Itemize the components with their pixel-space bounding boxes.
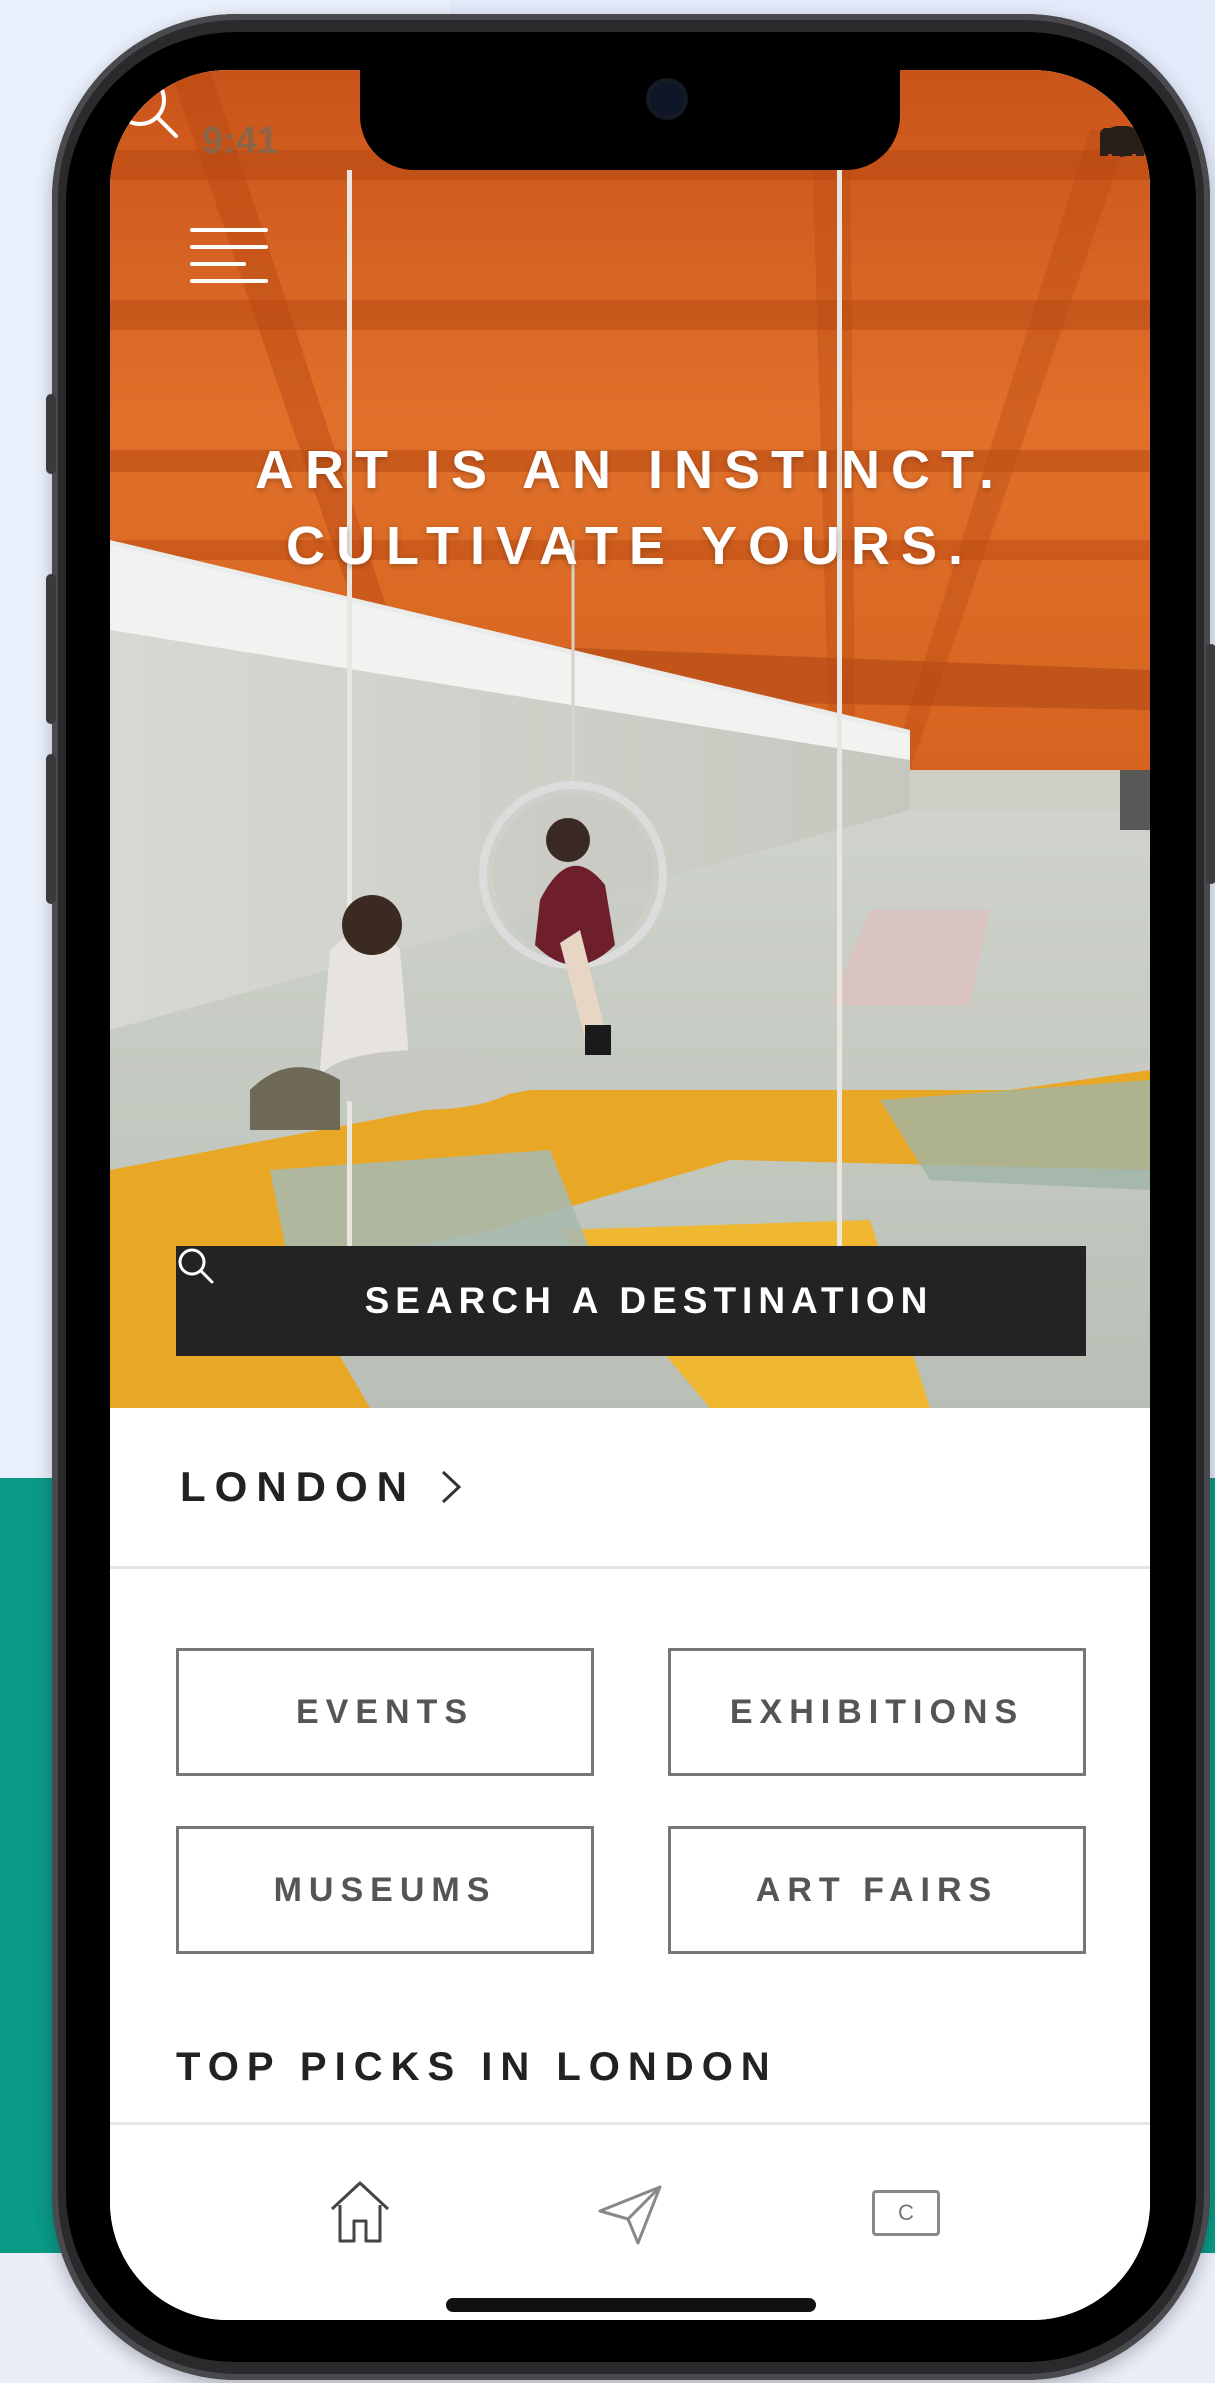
exhibitions-button[interactable]: EXHIBITIONS xyxy=(668,1648,1086,1776)
status-time: 9:41 xyxy=(202,120,279,162)
art-fairs-button[interactable]: ART FAIRS xyxy=(668,1826,1086,1954)
chevron-right-icon xyxy=(438,1467,464,1507)
app-screen: 9:41 ART IS AN INSTINCT. CULTIVATE YOURS… xyxy=(110,70,1150,2320)
home-indicator xyxy=(446,2298,816,2312)
card-icon-label: C xyxy=(872,2190,940,2236)
search-destination-button[interactable]: SEARCH A DESTINATION xyxy=(176,1246,1086,1356)
volume-down-button xyxy=(46,754,56,904)
home-icon[interactable] xyxy=(322,2175,398,2251)
headline-line-2: CULTIVATE YOURS. xyxy=(285,516,975,576)
museums-button[interactable]: MUSEUMS xyxy=(176,1826,594,1954)
status-bar: 9:41 xyxy=(110,70,1150,180)
phone-frame: 9:41 ART IS AN INSTINCT. CULTIVATE YOURS… xyxy=(46,14,1215,2380)
front-camera xyxy=(650,82,684,116)
battery-icon xyxy=(1100,128,1150,154)
notch xyxy=(360,70,900,170)
search-destination-label: SEARCH A DESTINATION xyxy=(364,1280,934,1321)
card-icon[interactable]: C xyxy=(868,2175,944,2251)
mute-switch xyxy=(46,394,56,474)
top-picks-title: TOP PICKS IN LONDON xyxy=(176,2045,778,2089)
send-icon[interactable] xyxy=(592,2175,668,2251)
volume-up-button xyxy=(46,574,56,724)
city-selector[interactable]: LONDON xyxy=(110,1408,1150,1569)
search-icon[interactable] xyxy=(110,70,182,142)
hero-section: 9:41 ART IS AN INSTINCT. CULTIVATE YOURS… xyxy=(110,70,1150,1408)
menu-icon[interactable] xyxy=(190,228,270,288)
city-name: LONDON xyxy=(180,1463,416,1510)
tab-bar: C xyxy=(110,2122,1150,2320)
headline-line-1: ART IS AN INSTINCT. xyxy=(254,440,1005,500)
hero-headline: ART IS AN INSTINCT. CULTIVATE YOURS. xyxy=(110,432,1150,584)
power-button xyxy=(1206,644,1215,884)
events-button[interactable]: EVENTS xyxy=(176,1648,594,1776)
